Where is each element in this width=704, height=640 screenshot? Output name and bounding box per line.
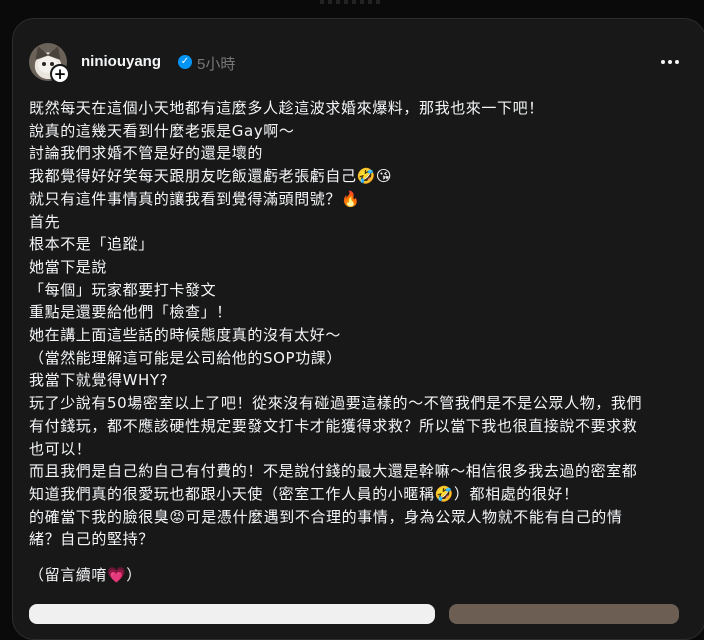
- attached-media-strip: [29, 600, 679, 624]
- post-line: 玩了少說有50場密室以上了吧！從來沒有碰過要這樣的～不管我們是不是公眾人物，我們: [29, 394, 643, 413]
- post-body: 既然每天在這個小天地都有這麼多人趁這波求婚來爆料，那我也來一下吧！ 說真的這幾天…: [29, 97, 684, 587]
- avatar-eye: [42, 62, 46, 66]
- attached-image[interactable]: [29, 604, 435, 624]
- post-line: 討論我們求婚不管是好的還是壞的: [29, 144, 264, 163]
- post-line: 「每個」玩家都要打卡發文: [29, 280, 217, 299]
- verified-badge-icon: ✓: [178, 55, 192, 69]
- post-line: 就只有這件事情真的讓我看到覺得滿頭問號？🔥: [29, 189, 361, 208]
- post-line: 她在講上面這些話的時候態度真的沒有太好～: [29, 326, 342, 345]
- post-time[interactable]: 5小時: [197, 53, 235, 74]
- follow-plus-icon[interactable]: +: [50, 64, 70, 84]
- top-bar: [0, 0, 704, 14]
- post-line: 重點是還要給他們「檢查」！: [29, 303, 232, 322]
- post-line: 我都覺得好好笑每天跟朋友吃飯還虧老張虧自己🤣😘: [29, 167, 393, 186]
- post-line: 根本不是「追蹤」: [29, 235, 154, 254]
- post-line: 我當下就覺得WHY?: [29, 371, 169, 390]
- post-line: 首先: [29, 212, 61, 231]
- post-line: 的確當下我的臉很臭😡可是憑什麼遇到不合理的事情，身為公眾人物就不能有自己的情: [29, 507, 623, 526]
- post-footer-line: （留言續唷💗）: [29, 566, 142, 585]
- post-line: 有付錢玩，都不應該硬性規定要發文打卡才能獲得求救？所以當下我也很直接說不要求救: [29, 416, 638, 435]
- username[interactable]: niniouyang: [81, 53, 161, 70]
- post-line: 既然每天在這個小天地都有這麼多人趁這波求婚來爆料，那我也來一下吧！: [29, 99, 544, 117]
- post-line: 她當下是說: [29, 257, 108, 276]
- attached-image[interactable]: [449, 604, 679, 624]
- post-line: （當然能理解這可能是公司給他的SOP功課）: [29, 348, 342, 367]
- more-options-icon[interactable]: [660, 52, 680, 72]
- post-line: 說真的這幾天看到什麼老張是Gay啊～: [29, 121, 295, 140]
- post-line: 知道我們真的很愛玩也都跟小天使（密室工作人員的小暱稱🤣）都相處的很好！: [29, 484, 579, 503]
- post-line: 也可以！: [29, 439, 92, 458]
- post-line: 而且我們是自己約自己有付費的！不是說付錢的最大還是幹嘛～相信很多我去過的密室都: [29, 462, 638, 481]
- post-line: 緒？自己的堅持？: [29, 530, 154, 549]
- top-bar-title-fragment: [320, 0, 384, 4]
